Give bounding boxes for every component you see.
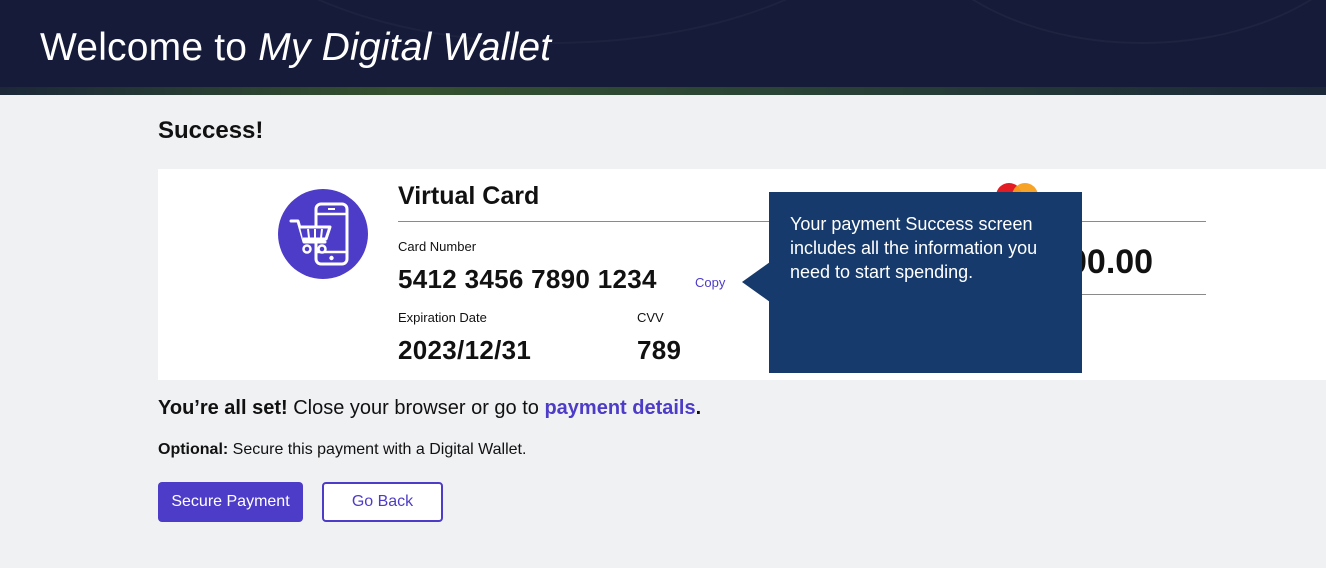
all-set-bold: You’re all set! bbox=[158, 397, 288, 419]
expiration-date: 2023/12/31 bbox=[398, 335, 532, 365]
page-header: Welcome to My Digital Wallet bbox=[0, 0, 1326, 95]
mobile-cart-icon bbox=[278, 189, 368, 279]
card-number-label: Card Number bbox=[398, 239, 477, 254]
card-number: 5412 3456 7890 1234 bbox=[398, 264, 657, 294]
go-back-button[interactable]: Go Back bbox=[322, 482, 443, 522]
title-prefix: Welcome to bbox=[40, 26, 259, 69]
card-title: Virtual Card bbox=[398, 182, 540, 210]
copy-card-number-link[interactable]: Copy bbox=[695, 275, 725, 290]
expiration-label: Expiration Date bbox=[398, 310, 487, 325]
all-set-text: Close your browser or go to bbox=[287, 397, 545, 419]
optional-text: Secure this payment with a Digital Walle… bbox=[228, 441, 527, 458]
header-decoration bbox=[900, 0, 1326, 44]
page-title: Welcome to My Digital Wallet bbox=[40, 26, 551, 70]
status-message: You’re all set! Close your browser or go… bbox=[158, 397, 701, 420]
status-period: . bbox=[695, 397, 702, 419]
tooltip-arrow bbox=[742, 262, 770, 302]
title-brand: My Digital Wallet bbox=[258, 26, 552, 69]
optional-message: Optional: Secure this payment with a Dig… bbox=[158, 441, 526, 459]
cvv-label: CVV bbox=[637, 310, 664, 325]
secure-payment-button[interactable]: Secure Payment bbox=[158, 482, 303, 522]
payment-details-link[interactable]: payment details bbox=[544, 397, 695, 419]
cvv-value: 789 bbox=[637, 335, 682, 365]
onboarding-tooltip: Your payment Success screen includes all… bbox=[769, 192, 1082, 373]
tooltip-text: Your payment Success screen includes all… bbox=[790, 214, 1038, 282]
header-accent-line bbox=[0, 87, 1326, 95]
success-heading: Success! bbox=[158, 117, 264, 144]
optional-label: Optional: bbox=[158, 441, 229, 458]
